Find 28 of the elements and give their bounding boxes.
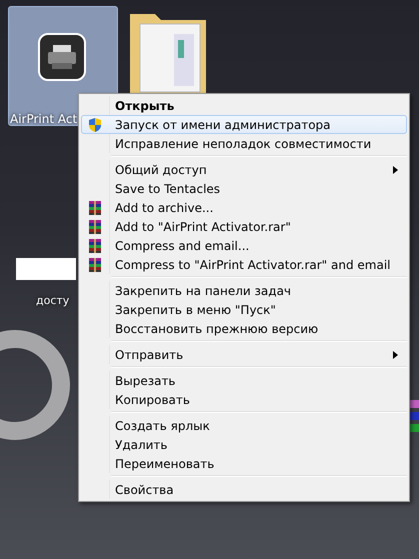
printer-icon <box>38 33 86 81</box>
archive-books-icon <box>87 257 103 273</box>
menu-item[interactable]: Удалить <box>81 435 407 454</box>
menu-item[interactable]: Восстановить прежнюю версию <box>81 319 407 338</box>
menu-item[interactable]: Открыть <box>81 96 407 115</box>
menu-item[interactable]: Compress to "AirPrint Activator.rar" and email <box>81 255 407 274</box>
document-thumbnail[interactable] <box>16 258 76 280</box>
menu-item[interactable]: Свойства <box>81 480 407 499</box>
icon-label: AirPrint Act <box>10 111 78 128</box>
archive-books-icon <box>87 200 103 216</box>
shield-icon <box>87 117 103 133</box>
menu-item[interactable]: Add to "AirPrint Activator.rar" <box>81 217 407 236</box>
archive-books-icon <box>87 219 103 235</box>
menu-item[interactable]: Запуск от имени администратора <box>81 115 407 134</box>
menu-item[interactable]: Compress and email... <box>81 236 407 255</box>
menu-item[interactable]: Создать ярлык <box>81 416 407 435</box>
menu-item[interactable]: Общий доступ <box>81 160 407 179</box>
menu-item[interactable]: Отправить <box>81 345 407 364</box>
icon-label: досту <box>36 293 70 309</box>
menu-item[interactable]: Закрепить на панели задач <box>81 281 407 300</box>
menu-item[interactable]: Вырезать <box>81 371 407 390</box>
menu-item[interactable]: Save to Tentacles <box>81 179 407 198</box>
menu-item[interactable]: Исправление неполадок совместимости <box>81 134 407 153</box>
menu-item[interactable]: Переименовать <box>81 454 407 473</box>
archive-books-icon <box>87 238 103 254</box>
menu-item[interactable]: Add to archive... <box>81 198 407 217</box>
menu-item[interactable]: Закрепить в меню "Пуск" <box>81 300 407 319</box>
menu-item[interactable]: Копировать <box>81 390 407 409</box>
